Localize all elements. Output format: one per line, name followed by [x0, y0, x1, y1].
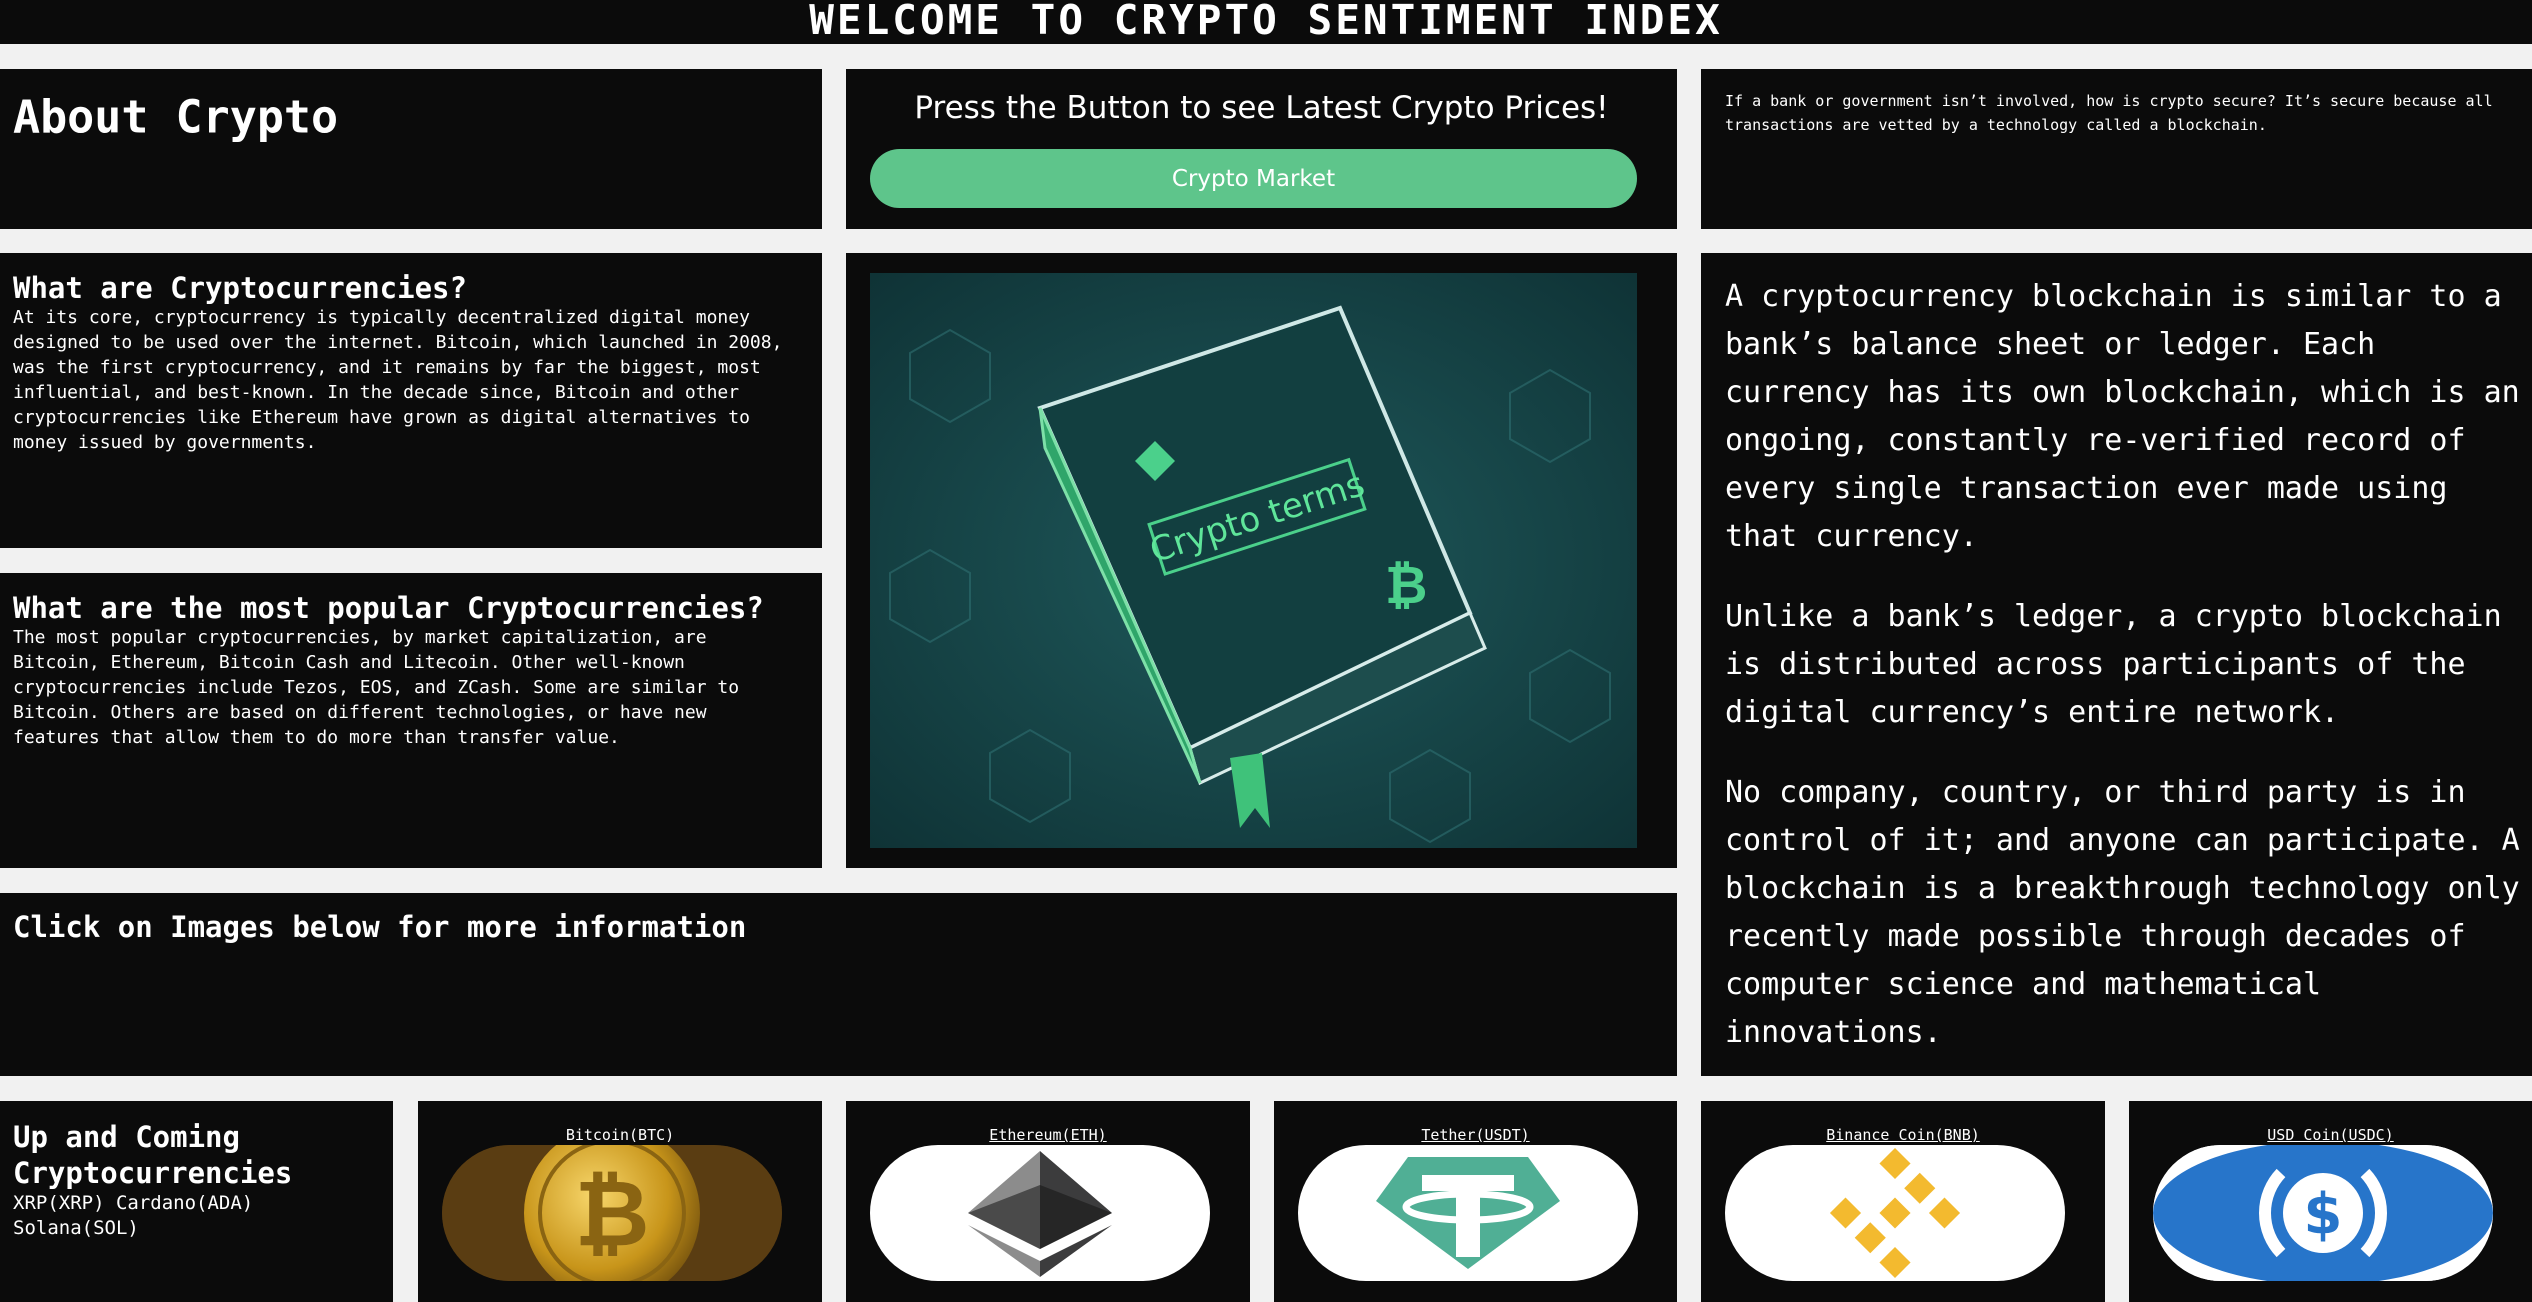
page-title: WELCOME TO CRYPTO SENTIMENT INDEX — [809, 0, 1723, 44]
most-popular-title: What are the most popular Cryptocurrenci… — [13, 591, 764, 625]
coin-label-link[interactable]: Tether(USDT) — [1274, 1123, 1677, 1147]
what-are-panel: What are Cryptocurrencies? At its core, … — [0, 253, 822, 548]
binance-icon — [1829, 1147, 1961, 1279]
crypto-market-button[interactable]: Crypto Market — [870, 149, 1637, 208]
security-note: If a bank or government isn’t involved, … — [1725, 92, 2493, 134]
upcoming-coin: XRP(XRP) — [13, 1192, 105, 1214]
click-prompt-panel: Click on Images below for more informati… — [0, 893, 1677, 1076]
what-are-body: At its core, cryptocurrency is typically… — [13, 307, 783, 453]
ethereum-image[interactable] — [870, 1145, 1210, 1281]
bitcoin-icon: ₿ — [442, 1145, 782, 1281]
usdc-image[interactable]: $ — [2153, 1145, 2493, 1281]
most-popular-panel: What are the most popular Cryptocurrenci… — [0, 573, 822, 868]
coin-card-bitcoin: Bitcoin(BTC) ₿ — [418, 1101, 822, 1302]
upcoming-title: Up and Coming Cryptocurrencies — [13, 1120, 293, 1190]
market-panel: Press the Button to see Latest Crypto Pr… — [846, 69, 1677, 229]
crypto-book-illustration: Crypto terms ₿ — [870, 273, 1637, 848]
blockchain-panel: A cryptocurrency blockchain is similar t… — [1701, 253, 2532, 1076]
upcoming-panel: Up and Coming Cryptocurrencies XRP(XRP) … — [0, 1101, 393, 1302]
svg-text:$: $ — [2304, 1182, 2343, 1247]
coin-label: Bitcoin(BTC) — [565, 1126, 675, 1144]
coin-label-link[interactable]: USD Coin(USDC) — [2129, 1123, 2532, 1147]
security-note-panel: If a bank or government isn’t involved, … — [1701, 69, 2532, 229]
coin-card-ethereum: Ethereum(ETH) — [846, 1101, 1250, 1302]
coin-label-link[interactable]: Binance Coin(BNB) — [1701, 1123, 2105, 1147]
what-are-title: What are Cryptocurrencies? — [13, 271, 467, 305]
bitcoin-image[interactable]: ₿ — [442, 1145, 782, 1281]
market-prompt: Press the Button to see Latest Crypto Pr… — [914, 90, 1609, 126]
svg-text:₿: ₿ — [1385, 556, 1427, 616]
binance-image[interactable] — [1725, 1145, 2065, 1281]
usdc-icon: $ — [2153, 1145, 2493, 1281]
coin-card-binance: Binance Coin(BNB) — [1701, 1101, 2105, 1302]
svg-text:₿: ₿ — [575, 1160, 650, 1267]
blockchain-paragraph: No company, country, or third party is i… — [1725, 775, 2520, 1050]
ethereum-icon — [968, 1151, 1112, 1277]
most-popular-body: The most popular cryptocurrencies, by ma… — [13, 627, 740, 748]
tether-image[interactable] — [1298, 1145, 1638, 1281]
hero-image-panel: Crypto terms ₿ — [846, 253, 1677, 868]
about-panel: About Crypto — [0, 69, 822, 229]
blockchain-paragraph: Unlike a bank’s ledger, a crypto blockch… — [1725, 599, 2502, 730]
tether-icon — [1376, 1157, 1560, 1269]
click-prompt: Click on Images below for more informati… — [13, 910, 747, 944]
upcoming-coin: Solana(SOL) — [13, 1217, 139, 1239]
upcoming-coin: Cardano(ADA) — [115, 1192, 254, 1214]
coin-card-usdc: USD Coin(USDC) $ — [2129, 1101, 2532, 1302]
blockchain-paragraph: A cryptocurrency blockchain is similar t… — [1725, 279, 2520, 554]
coin-label-link[interactable]: Ethereum(ETH) — [846, 1123, 1250, 1147]
about-title: About Crypto — [13, 90, 339, 144]
page-header: WELCOME TO CRYPTO SENTIMENT INDEX — [0, 0, 2532, 44]
coin-card-tether: Tether(USDT) — [1274, 1101, 1677, 1302]
